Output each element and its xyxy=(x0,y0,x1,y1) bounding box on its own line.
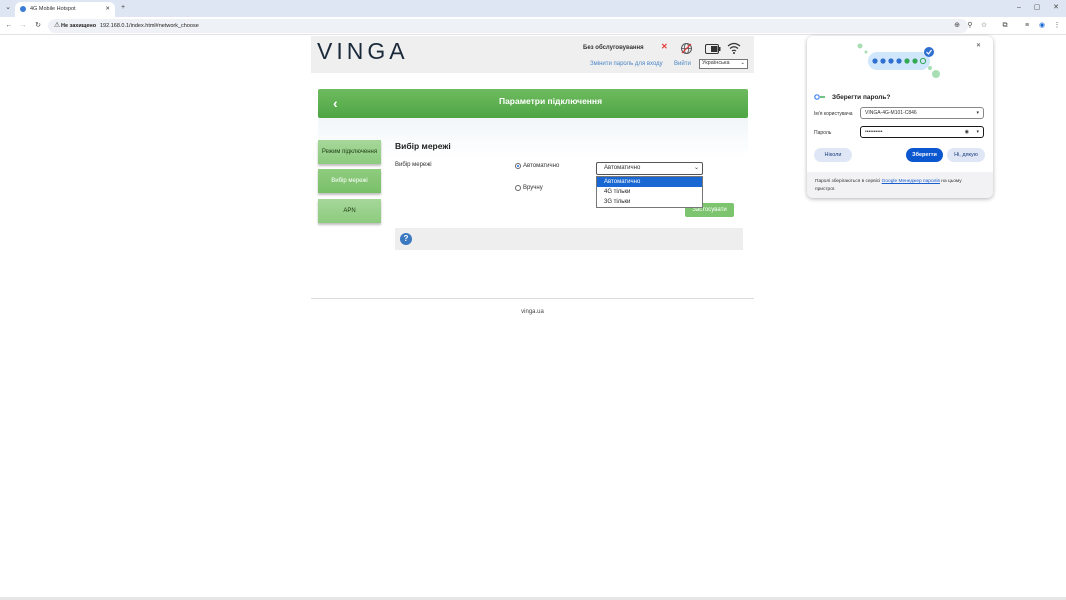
option-3g-only[interactable]: 3G тільки xyxy=(597,197,702,207)
tab-favicon-icon xyxy=(20,6,26,12)
username-dropdown-icon[interactable]: ▾ xyxy=(976,108,979,118)
password-label: Пароль xyxy=(814,130,832,136)
footer-divider xyxy=(311,298,754,299)
wifi-icon xyxy=(727,42,741,54)
vinga-logo: VINGA xyxy=(317,38,409,64)
tab-title: 4G Mobile Hotspot xyxy=(30,6,76,12)
sidebar-item-apn[interactable]: APN xyxy=(318,199,381,223)
network-field-label: Вибір мережі xyxy=(395,162,432,168)
tab-search-icon[interactable]: ⌄ xyxy=(3,3,13,13)
note-suffix: на цьому xyxy=(939,179,962,184)
help-icon[interactable]: ? xyxy=(400,233,412,245)
chevron-down-icon: ⌄ xyxy=(740,60,745,66)
globe-disabled-icon xyxy=(681,43,692,54)
note-line2: пристрої. xyxy=(815,187,836,192)
minimize-icon[interactable]: – xyxy=(1014,3,1024,13)
radio-manual-label[interactable]: Вручну xyxy=(523,185,543,191)
section-title: Вибір мережі xyxy=(395,141,451,151)
service-status: Без обслуговування xyxy=(583,45,644,51)
help-bar xyxy=(395,228,743,250)
network-mode-select[interactable]: Автоматично ⌄ xyxy=(596,162,703,175)
chevron-down-icon: ⌄ xyxy=(693,165,699,171)
network-mode-dropdown: Автоматично 4G тільки 3G тільки xyxy=(596,176,703,208)
language-value: Українська xyxy=(702,60,730,66)
tab-strip xyxy=(0,0,1066,17)
radio-auto[interactable] xyxy=(515,163,521,169)
menu-icon[interactable]: ⋮ xyxy=(1052,21,1062,31)
option-auto[interactable]: Автоматично xyxy=(597,177,702,187)
new-tab-icon[interactable]: + xyxy=(118,3,128,13)
radio-manual[interactable] xyxy=(515,185,521,191)
username-field[interactable]: VINGA-4G-M101-C846 ▾ xyxy=(860,107,984,119)
password-value: •••••••••• xyxy=(865,129,883,135)
maximize-icon[interactable]: ▢ xyxy=(1032,3,1042,13)
username-value: VINGA-4G-M101-C846 xyxy=(865,110,917,116)
page-title: Параметри підключення xyxy=(498,96,603,106)
never-button[interactable]: Ніколи xyxy=(814,148,852,162)
password-dropdown-icon[interactable]: ▾ xyxy=(976,127,979,137)
reload-icon[interactable]: ↻ xyxy=(33,21,43,31)
show-password-eye-icon[interactable]: ◉ xyxy=(965,127,969,137)
change-password-link[interactable]: Змінити пароль для входу xyxy=(590,61,663,67)
logout-link[interactable]: Вийти xyxy=(674,61,691,67)
bookmark-star-icon[interactable]: ☆ xyxy=(979,21,989,31)
google-key-icon xyxy=(814,94,825,100)
browser-tab[interactable]: 4G Mobile Hotspot ✕ xyxy=(15,2,115,17)
back-icon[interactable]: ← xyxy=(4,21,14,31)
translate-icon[interactable]: ⊕ xyxy=(952,21,962,31)
tab-close-icon[interactable]: ✕ xyxy=(105,2,110,17)
forward-icon[interactable]: → xyxy=(18,21,28,31)
radio-auto-label[interactable]: Автоматично xyxy=(523,163,559,169)
sidebar-item-connection-mode[interactable]: Режим підключення xyxy=(318,140,381,164)
back-arrow-icon[interactable]: ‹ xyxy=(333,95,338,111)
password-field[interactable]: •••••••••• ◉ ▾ xyxy=(860,126,984,138)
no-thanks-button[interactable]: Ні, дякую xyxy=(947,148,985,162)
media-icon[interactable]: ≡ xyxy=(1022,21,1032,31)
no-service-icon: ✕ xyxy=(661,42,668,51)
save-button[interactable]: Зберегти xyxy=(906,148,943,162)
note-prefix: Паролі зберігаються в сервісі xyxy=(815,179,882,184)
extensions-icon[interactable]: ⧉ xyxy=(1000,21,1010,31)
battery-icon xyxy=(705,44,721,54)
zoom-icon[interactable]: ⚲ xyxy=(965,21,975,31)
close-window-icon[interactable]: ✕ xyxy=(1051,3,1061,13)
language-select[interactable]: Українська ⌄ xyxy=(699,59,748,69)
popup-note: Паролі зберігаються в сервісі Google Мен… xyxy=(815,178,987,194)
warning-icon[interactable]: ⚠ xyxy=(53,21,61,31)
password-manager-link[interactable]: Google Менеджер паролів xyxy=(882,179,940,184)
password-illustration-icon xyxy=(857,43,940,78)
network-mode-value: Автоматично xyxy=(604,165,641,171)
profile-icon[interactable]: ◉ xyxy=(1037,21,1047,31)
popup-title: Зберегти пароль? xyxy=(832,94,891,101)
username-label: Ім'я користувача xyxy=(814,111,853,117)
footer-text: vinga.ua xyxy=(521,309,544,315)
option-4g-only[interactable]: 4G тільки xyxy=(597,187,702,197)
url-text[interactable]: 192.168.0.1/index.html#network_choose xyxy=(100,19,199,33)
popup-close-icon[interactable]: ✕ xyxy=(976,42,981,49)
security-label[interactable]: Не захищено xyxy=(61,19,96,33)
sidebar-item-network-choose[interactable]: Вибір мережі xyxy=(318,169,381,193)
